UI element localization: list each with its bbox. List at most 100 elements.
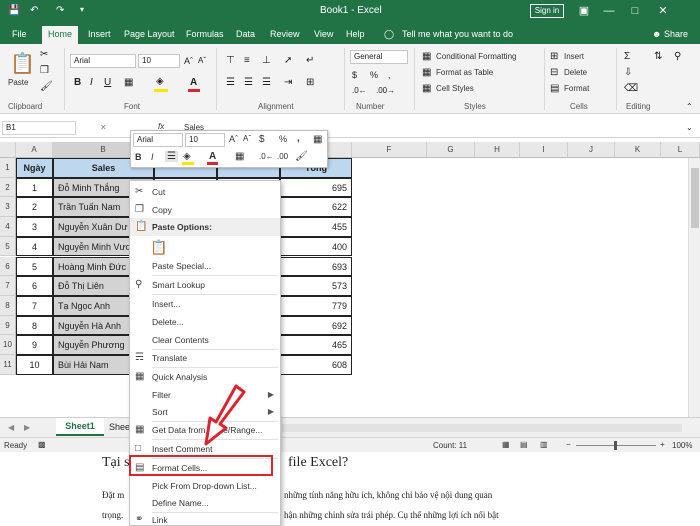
table-header-cell[interactable]: Ngày xyxy=(16,158,53,178)
save-icon[interactable]: 💾 xyxy=(8,5,20,16)
next-sheet-icon[interactable]: ▶ xyxy=(24,423,30,432)
tab-home[interactable]: Home xyxy=(42,26,79,44)
menu-item-delete[interactable]: Delete... xyxy=(130,313,280,331)
table-cell[interactable]: 693 xyxy=(280,256,352,277)
row-header[interactable]: 11 xyxy=(0,355,16,375)
align-top-icon[interactable]: ⊤ xyxy=(226,56,235,66)
page-break-view-icon[interactable]: ▥ xyxy=(540,440,548,449)
mini-comma-icon[interactable]: , xyxy=(297,133,300,144)
zoom-out-icon[interactable]: − xyxy=(566,440,571,449)
tab-insert[interactable]: Insert xyxy=(88,26,111,44)
normal-view-icon[interactable]: ▦ xyxy=(502,440,510,449)
column-header[interactable]: J xyxy=(568,142,615,158)
row-header[interactable]: 5 xyxy=(0,236,16,257)
table-cell[interactable]: 465 xyxy=(280,335,352,355)
cancel-entry-icon[interactable]: ✕ xyxy=(100,123,107,132)
mini-size-select[interactable]: 10 xyxy=(185,133,225,147)
mini-font-select[interactable]: Arial xyxy=(133,133,183,147)
increase-decimal-icon[interactable]: .0← xyxy=(352,86,367,96)
cell-styles-button[interactable]: Cell Styles xyxy=(436,84,474,93)
table-cell[interactable]: 9 xyxy=(16,335,53,355)
borders-icon[interactable]: ▦ xyxy=(124,78,133,88)
italic-icon[interactable]: I xyxy=(90,78,93,88)
accounting-icon[interactable]: $ xyxy=(352,70,357,80)
column-header[interactable]: A xyxy=(16,142,53,158)
page-layout-view-icon[interactable]: ▤ xyxy=(520,440,528,449)
tab-formulas[interactable]: Formulas xyxy=(186,26,224,44)
align-bottom-icon[interactable]: ⊥ xyxy=(262,56,271,66)
merge-center-icon[interactable]: ⊞ xyxy=(306,78,314,88)
tab-view[interactable]: View xyxy=(314,26,333,44)
mini-increase-decimal-icon[interactable]: .0← xyxy=(259,152,274,161)
row-header[interactable]: 3 xyxy=(0,197,16,218)
tab-data[interactable]: Data xyxy=(236,26,255,44)
column-header[interactable]: H xyxy=(475,142,520,158)
zoom-in-icon[interactable]: + xyxy=(660,440,665,449)
mini-shrink-font-icon[interactable]: Aˇ xyxy=(243,134,251,143)
table-cell[interactable]: 455 xyxy=(280,217,352,237)
mini-bold-icon[interactable]: B xyxy=(135,152,142,162)
table-cell[interactable]: 6 xyxy=(16,276,53,296)
mini-percent-icon[interactable]: % xyxy=(279,134,287,144)
menu-item-translate[interactable]: ☴ Translate xyxy=(130,349,280,367)
prev-sheet-icon[interactable]: ◀ xyxy=(8,423,14,432)
bold-icon[interactable]: B xyxy=(74,78,81,88)
row-header[interactable]: 9 xyxy=(0,315,16,336)
sheet-tab-sheet1[interactable]: Sheet1 xyxy=(56,418,104,436)
mini-table-icon[interactable]: ▦ xyxy=(313,134,322,145)
maximize-button[interactable]: □ xyxy=(624,3,646,19)
percent-icon[interactable]: % xyxy=(370,70,378,80)
find-select-icon[interactable]: ⚲ xyxy=(674,52,681,62)
mini-align-center-icon[interactable]: ☰ xyxy=(165,151,178,162)
align-right-icon[interactable]: ☰ xyxy=(262,78,271,88)
select-all-corner[interactable] xyxy=(0,142,16,158)
menu-item-insert[interactable]: Insert... xyxy=(130,295,280,313)
mini-accounting-icon[interactable]: $ xyxy=(259,134,265,145)
mini-italic-icon[interactable]: I xyxy=(151,152,154,162)
sign-in-button[interactable]: Sign in xyxy=(530,4,564,18)
insert-cells-button[interactable]: Insert xyxy=(564,52,584,61)
number-format-select[interactable]: General xyxy=(350,50,408,64)
menu-item-paste-special[interactable]: Paste Special... xyxy=(130,257,280,275)
delete-cells-button[interactable]: Delete xyxy=(564,68,587,77)
column-header[interactable]: K xyxy=(615,142,661,158)
table-cell[interactable]: 1 xyxy=(16,177,53,198)
menu-item-smart-lookup[interactable]: ⚲ Smart Lookup xyxy=(130,276,280,294)
font-size-select[interactable]: 10 xyxy=(138,54,180,68)
tell-me-input[interactable]: Tell me what you want to do xyxy=(402,26,513,44)
table-cell[interactable]: 622 xyxy=(280,197,352,218)
customize-icon[interactable]: ▾ xyxy=(80,5,84,14)
format-painter-icon[interactable]: 🖌 xyxy=(40,82,53,92)
row-header[interactable]: 6 xyxy=(0,256,16,277)
font-color-icon[interactable]: A xyxy=(190,78,197,88)
horizontal-scrollbar[interactable] xyxy=(282,424,682,432)
orientation-icon[interactable]: ➚ xyxy=(284,56,292,66)
row-header[interactable]: 2 xyxy=(0,177,16,198)
table-cell[interactable]: 608 xyxy=(280,355,352,375)
zoom-slider-handle[interactable] xyxy=(614,441,617,450)
menu-item-link[interactable]: ⚭ Link xyxy=(130,511,280,526)
row-header[interactable]: 4 xyxy=(0,217,16,237)
row-header[interactable]: 1 xyxy=(0,158,16,178)
mini-borders-icon[interactable]: ▦ xyxy=(235,151,244,162)
worksheet-grid[interactable]: A B C D E F G H I J K L 1234567891011 Ng… xyxy=(0,142,700,417)
underline-icon[interactable]: U xyxy=(104,78,111,88)
cut-icon[interactable]: ✂ xyxy=(40,50,48,60)
column-header[interactable]: F xyxy=(352,142,427,158)
zoom-level[interactable]: 100% xyxy=(672,441,692,450)
scrollbar-thumb[interactable] xyxy=(691,168,699,228)
expand-formula-icon[interactable]: ⌄ xyxy=(686,123,693,132)
menu-item-copy[interactable]: ❐ Copy xyxy=(130,201,280,219)
font-name-select[interactable]: Arial xyxy=(70,54,136,68)
row-header[interactable]: 7 xyxy=(0,276,16,296)
table-cell[interactable]: 3 xyxy=(16,217,53,237)
ribbon-display-icon[interactable]: ▣ xyxy=(573,3,595,19)
table-cell[interactable]: 10 xyxy=(16,355,53,375)
clear-icon[interactable]: ⌫ xyxy=(624,84,638,94)
paste-option-icon[interactable]: 📋 xyxy=(150,238,167,256)
tab-review[interactable]: Review xyxy=(270,26,300,44)
align-center-icon[interactable]: ☰ xyxy=(244,78,253,88)
table-cell[interactable]: 695 xyxy=(280,177,352,198)
row-header[interactable]: 8 xyxy=(0,295,16,316)
table-cell[interactable]: 4 xyxy=(16,236,53,257)
